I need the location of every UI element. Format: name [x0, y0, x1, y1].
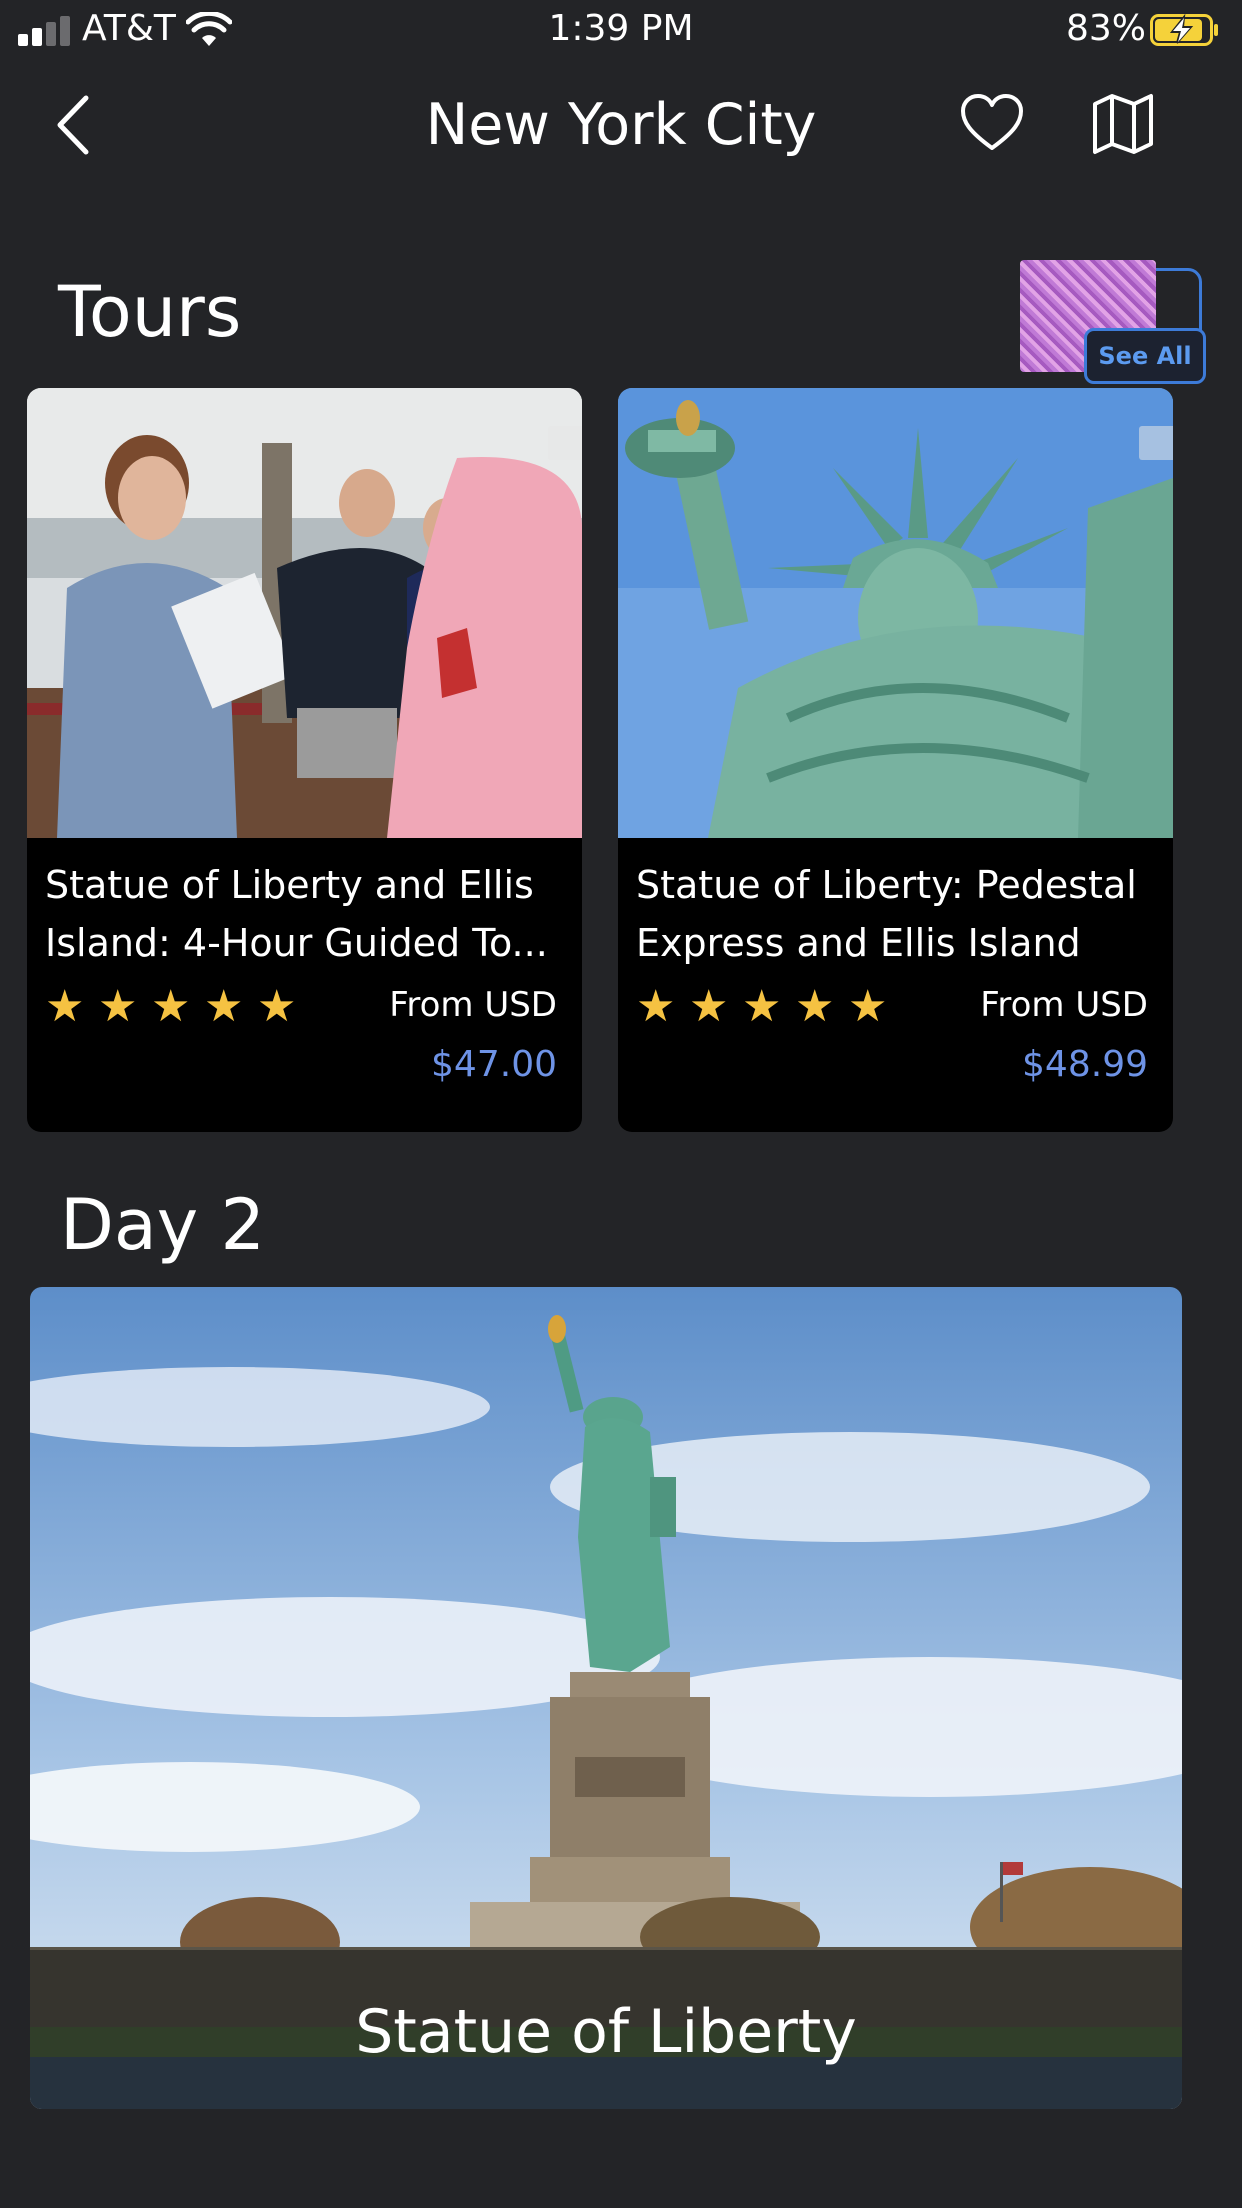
place-name: Statue of Liberty: [355, 1997, 857, 2067]
price-prefix: From USD: [389, 985, 557, 1025]
place-card[interactable]: Statue of Liberty: [30, 1287, 1182, 2109]
star-icon: ★: [98, 981, 138, 1032]
tour-price: $47.00: [431, 1044, 557, 1085]
rating-stars: ★ ★ ★ ★ ★: [636, 981, 889, 1032]
tour-card[interactable]: Statue of Liberty: Pedestal Express and …: [618, 388, 1173, 1132]
day-section-title: Day 2: [60, 1184, 266, 1266]
price-prefix: From USD: [980, 985, 1148, 1025]
favorite-button[interactable]: [960, 92, 1024, 156]
see-all-button[interactable]: See All: [1084, 328, 1206, 384]
star-icon: ★: [689, 981, 729, 1032]
partner-badge-icon: [548, 426, 582, 460]
see-all-container: See All: [1016, 258, 1216, 388]
star-icon: ★: [151, 981, 191, 1032]
star-icon: ★: [45, 981, 85, 1032]
page-title: New York City: [425, 92, 817, 158]
tour-photo-statue-crown: [618, 388, 1173, 838]
status-bar: AT&T 1:39 PM 83%: [0, 0, 1242, 60]
tour-card[interactable]: Statue of Liberty and Ellis Island: 4-Ho…: [27, 388, 582, 1132]
tour-price: $48.99: [1022, 1044, 1148, 1085]
tour-title: Statue of Liberty: Pedestal Express and …: [636, 863, 1137, 965]
star-icon: ★: [257, 981, 297, 1032]
tours-section-title: Tours: [58, 271, 242, 353]
tour-title: Statue of Liberty and Ellis Island: 4-Ho…: [45, 863, 548, 965]
clock: 1:39 PM: [548, 8, 694, 49]
star-icon: ★: [848, 981, 888, 1032]
star-icon: ★: [636, 981, 676, 1032]
map-button[interactable]: [1092, 92, 1154, 156]
tour-photo-guided-group: [27, 388, 582, 838]
rating-stars: ★ ★ ★ ★ ★: [45, 981, 298, 1032]
battery-percent: 83%: [1065, 8, 1146, 49]
navigation-bar: New York City: [0, 70, 1242, 185]
partner-badge-icon: [1139, 426, 1173, 460]
star-icon: ★: [795, 981, 835, 1032]
star-icon: ★: [742, 981, 782, 1032]
battery-charging-icon: [1150, 14, 1218, 46]
star-icon: ★: [204, 981, 244, 1032]
